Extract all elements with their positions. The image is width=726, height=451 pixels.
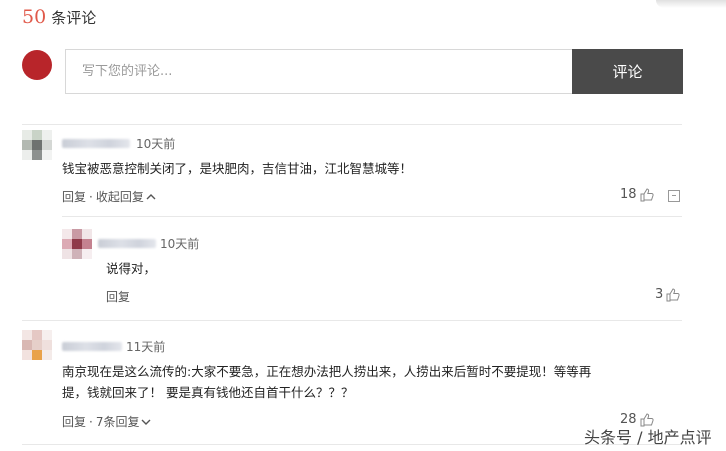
thumbs-up-icon — [666, 287, 680, 301]
comment-text-line: 南京现在是这么流传的:大家不要急，正在想办法把人捞出来，人捞出来后暂时不要提现！… — [62, 364, 592, 379]
comment-actions: 回复 · 收起回复 — [62, 188, 156, 205]
comment-text-line: 提，钱就回来了！ 要是真有钱他还自首干什么？？？ — [62, 385, 354, 400]
reply-text: 说得对， — [106, 261, 157, 276]
separator: · — [89, 414, 93, 429]
like-count: 18 — [620, 187, 637, 202]
reply-link[interactable]: 回复 — [62, 188, 86, 205]
reply-avatar[interactable] — [62, 229, 92, 259]
commenter-name-redacted[interactable] — [62, 139, 130, 148]
thumbs-up-icon — [640, 187, 654, 201]
divider — [22, 444, 682, 445]
comments-header: 50 条评论 — [22, 6, 96, 30]
expand-replies-link[interactable]: 7条回复 — [96, 413, 140, 430]
reply-link[interactable]: 回复 — [106, 288, 130, 305]
comment-actions: 回复 · 7条回复 — [62, 413, 151, 430]
collapse-replies-link[interactable]: 收起回复 — [96, 188, 144, 205]
like-button[interactable]: 3 — [655, 287, 680, 302]
like-button[interactable]: 18 — [620, 187, 654, 202]
commenter-avatar[interactable] — [22, 330, 52, 360]
comment-count: 50 — [22, 6, 47, 28]
commenter-avatar[interactable] — [22, 130, 52, 160]
watermark: 头条号 / 地产点评 — [584, 428, 712, 447]
reply-time: 10天前 — [160, 237, 200, 251]
reply-name-redacted[interactable] — [98, 239, 156, 248]
commenter-name-redacted[interactable] — [62, 342, 122, 351]
comment-composer: 评论 — [22, 49, 683, 94]
chevron-up-icon[interactable] — [146, 193, 156, 201]
divider — [22, 124, 682, 125]
divider — [62, 216, 682, 217]
comment-text: 钱宝被恶意控制关闭了，是块肥肉，吉信甘油，江北智慧城等！ — [62, 161, 413, 176]
chevron-down-icon[interactable] — [141, 418, 151, 426]
user-avatar-seal — [22, 50, 52, 80]
submit-comment-button[interactable]: 评论 — [572, 49, 683, 94]
comment-input[interactable] — [65, 49, 572, 94]
reply-link[interactable]: 回复 — [62, 413, 86, 430]
comment-time: 10天前 — [136, 137, 176, 151]
window-corner-shadow — [656, 0, 726, 8]
reply-actions: 回复 — [106, 288, 130, 305]
comment-time: 11天前 — [126, 340, 166, 354]
divider — [22, 320, 682, 321]
like-count: 3 — [655, 287, 664, 302]
comment-count-label: 条评论 — [51, 9, 97, 27]
report-icon[interactable] — [668, 190, 680, 202]
separator: · — [89, 189, 93, 204]
